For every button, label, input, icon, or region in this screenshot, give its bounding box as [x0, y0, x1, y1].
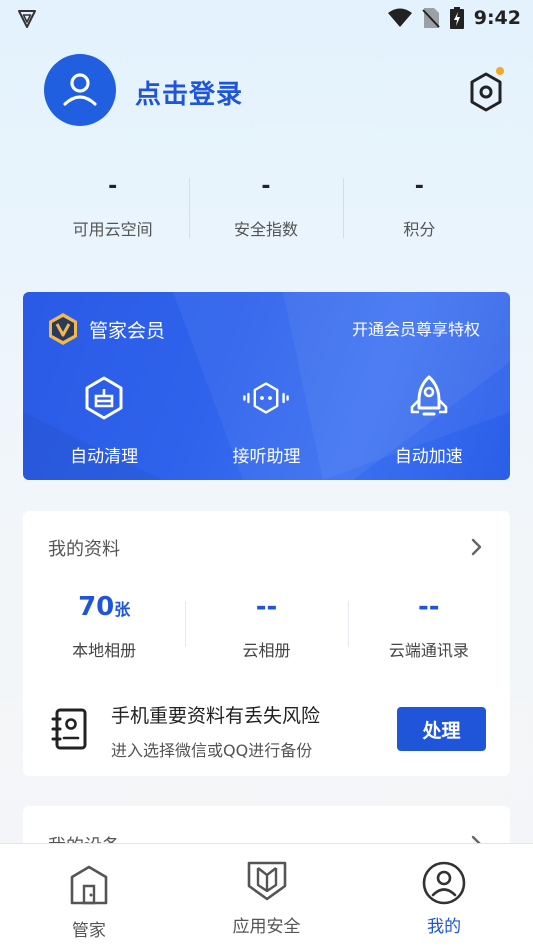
- vip-open-link[interactable]: 开通会员尊享特权: [352, 316, 480, 340]
- stat-security-index[interactable]: - 安全指数: [189, 170, 342, 250]
- rocket-icon: [410, 375, 448, 416]
- vip-title: 管家会员: [89, 319, 166, 342]
- vip-feature-label: 接听助理: [232, 447, 301, 467]
- nav-tab-app-security[interactable]: 应用安全: [178, 844, 356, 947]
- settings-icon[interactable]: [466, 70, 506, 114]
- stat-label: 积分: [403, 220, 436, 239]
- vip-title-row: 管家会员: [47, 312, 165, 346]
- data-stats: 70张 本地相册 -- 云相册 -- 云端通讯录: [23, 589, 510, 661]
- vip-features: 自动清理 接听助理 自动加速: [23, 374, 510, 467]
- data-stat-local-album[interactable]: 70张 本地相册: [23, 589, 185, 661]
- nav-label: 应用安全: [232, 917, 301, 937]
- stat-label: 可用云空间: [72, 220, 153, 239]
- no-sim-icon: [422, 8, 440, 28]
- contacts-book-icon: [51, 708, 87, 750]
- stat-value: -: [261, 174, 271, 199]
- data-value: --: [418, 592, 440, 622]
- data-unit: 张: [114, 600, 131, 619]
- risk-subtitle: 进入选择微信或QQ进行备份: [111, 741, 313, 760]
- avatar[interactable]: [44, 54, 116, 126]
- stat-points[interactable]: - 积分: [342, 170, 496, 250]
- stat-label: 安全指数: [233, 220, 298, 239]
- vip-feature-auto-clean[interactable]: 自动清理: [23, 374, 185, 467]
- stat-value: -: [108, 174, 118, 199]
- data-label: 云端通讯录: [388, 641, 469, 660]
- auto-clean-icon: [85, 376, 123, 420]
- nav-tab-home[interactable]: 管家: [0, 844, 178, 947]
- stat-value: -: [414, 174, 424, 199]
- notification-dot: [496, 67, 504, 75]
- nav-label: 我的: [427, 917, 462, 937]
- data-number: 70: [78, 592, 115, 622]
- data-value: --: [255, 592, 278, 622]
- vip-feature-label: 自动清理: [70, 447, 139, 467]
- data-stat-cloud-album[interactable]: -- 云相册: [185, 589, 347, 661]
- my-data-card: 我的资料 70张 本地相册 -- 云相册 -- 云端通讯录 手机重要资料有丢失风…: [23, 511, 510, 776]
- chevron-right-icon[interactable]: [470, 537, 484, 557]
- profile-icon: [422, 861, 466, 905]
- vip-feature-label: 自动加速: [394, 447, 463, 467]
- data-stat-cloud-contacts[interactable]: -- 云端通讯录: [347, 589, 510, 661]
- vip-membership-card[interactable]: 管家会员 开通会员尊享特权 自动清理 接听助理 自动加速: [23, 292, 510, 480]
- account-stats: - 可用云空间 - 安全指数 - 积分: [36, 170, 496, 250]
- status-bar: 9:42: [0, 0, 533, 36]
- shield-icon: [18, 10, 36, 28]
- wifi-icon: [387, 8, 412, 27]
- nav-label: 管家: [71, 921, 106, 941]
- nav-tab-profile[interactable]: 我的: [355, 844, 533, 947]
- status-time: 9:42: [473, 7, 521, 29]
- stat-cloud-space[interactable]: - 可用云空间: [36, 170, 189, 250]
- vip-feature-call-assistant[interactable]: 接听助理: [185, 374, 347, 467]
- home-icon: [70, 865, 108, 905]
- call-assistant-icon: [243, 382, 290, 414]
- bottom-navigation: 管家 应用安全 我的: [0, 843, 533, 947]
- data-label: 本地相册: [72, 641, 137, 660]
- handle-button[interactable]: 处理: [397, 707, 486, 751]
- battery-icon: [449, 7, 464, 29]
- app-security-icon: [247, 861, 286, 901]
- risk-title: 手机重要资料有丢失风险: [111, 705, 321, 727]
- data-label: 云相册: [242, 641, 291, 660]
- data-value: 70张: [78, 589, 130, 625]
- user-icon: [63, 73, 97, 106]
- vip-badge-icon: [49, 313, 77, 345]
- login-link[interactable]: 点击登录: [135, 74, 243, 111]
- card-title[interactable]: 我的资料: [48, 535, 120, 561]
- vip-feature-auto-boost[interactable]: 自动加速: [348, 374, 510, 467]
